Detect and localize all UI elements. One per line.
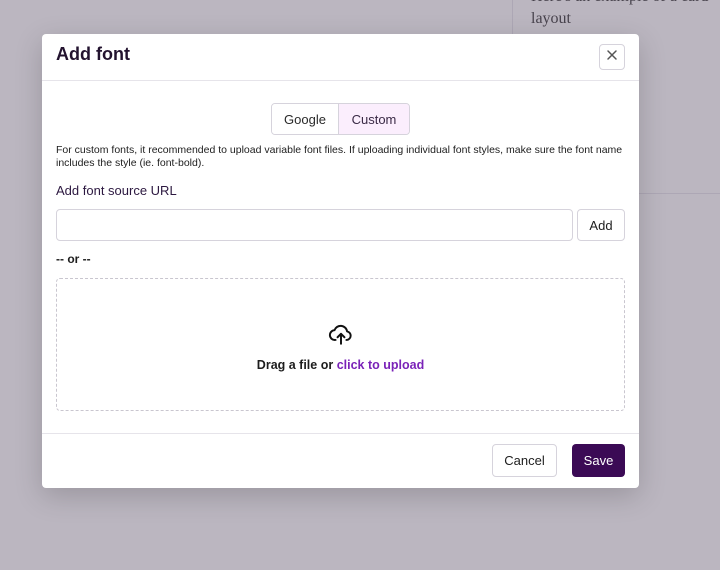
file-dropzone[interactable]: Drag a file or click to upload (56, 278, 625, 411)
tab-custom[interactable]: Custom (339, 104, 409, 134)
dialog-title: Add font (56, 44, 130, 64)
font-url-label: Add font source URL (56, 183, 177, 198)
close-icon (606, 48, 618, 66)
close-button[interactable] (599, 44, 625, 70)
add-url-button[interactable]: Add (577, 209, 625, 241)
tab-google[interactable]: Google (272, 104, 339, 134)
cloud-upload-icon (328, 321, 354, 347)
add-font-dialog: Add font Google Custom For custom fonts,… (42, 34, 639, 488)
save-button[interactable]: Save (572, 444, 625, 477)
dropzone-text: Drag a file or click to upload (57, 358, 624, 372)
font-source-tabs: Google Custom (271, 103, 410, 135)
or-divider: -- or -- (56, 252, 91, 266)
dialog-header: Add font (42, 34, 639, 81)
dialog-footer: Cancel Save (42, 433, 639, 488)
cancel-button[interactable]: Cancel (492, 444, 557, 477)
click-to-upload-link[interactable]: click to upload (337, 358, 425, 372)
dropzone-instruction: Drag a file or (256, 358, 337, 372)
custom-font-help-text: For custom fonts, it recommended to uplo… (56, 144, 623, 169)
font-url-input[interactable] (56, 209, 573, 241)
